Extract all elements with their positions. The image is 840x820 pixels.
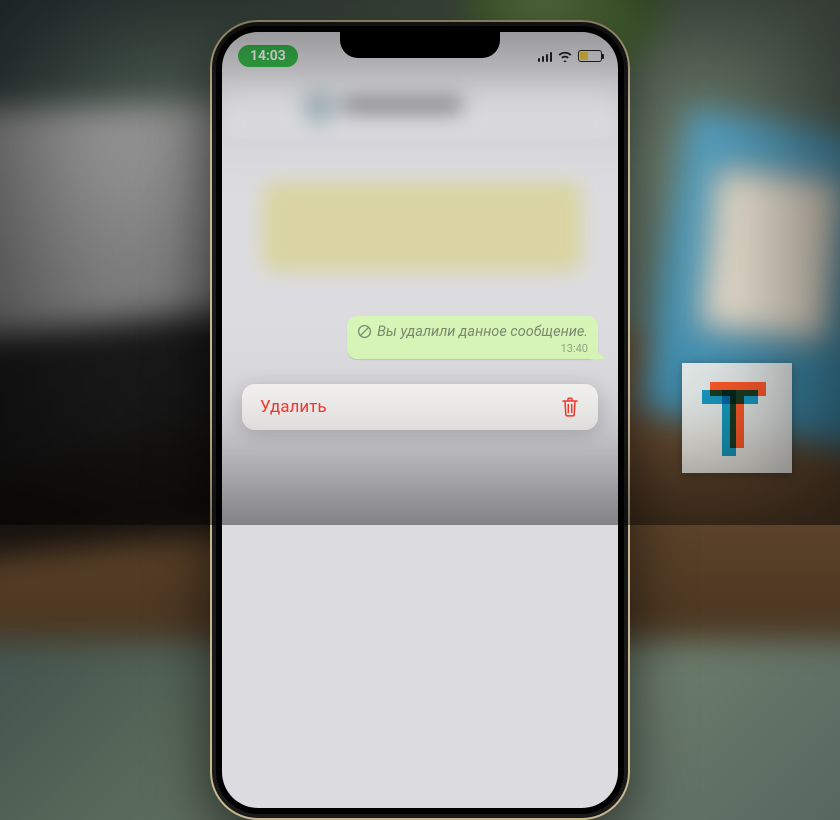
prohibited-icon bbox=[357, 324, 372, 339]
message-timestamp: 13:40 bbox=[357, 342, 588, 355]
battery-icon bbox=[578, 50, 602, 62]
deleted-message-bubble[interactable]: Вы удалили данное сообщение. 13:40 bbox=[347, 316, 598, 359]
trash-icon bbox=[560, 396, 580, 418]
deleted-message-text: Вы удалили данное сообщение. bbox=[377, 323, 588, 340]
phone-frame: 14:03 bbox=[210, 20, 630, 820]
cellular-signal-icon bbox=[538, 51, 553, 62]
delete-button-label: Удалить bbox=[260, 397, 327, 417]
status-time-pill: 14:03 bbox=[238, 45, 298, 67]
notch bbox=[340, 32, 500, 58]
delete-button[interactable]: Удалить bbox=[242, 384, 598, 430]
wifi-icon bbox=[557, 50, 573, 62]
phone-screen: 14:03 bbox=[222, 32, 618, 808]
logo-watermark bbox=[682, 363, 792, 473]
